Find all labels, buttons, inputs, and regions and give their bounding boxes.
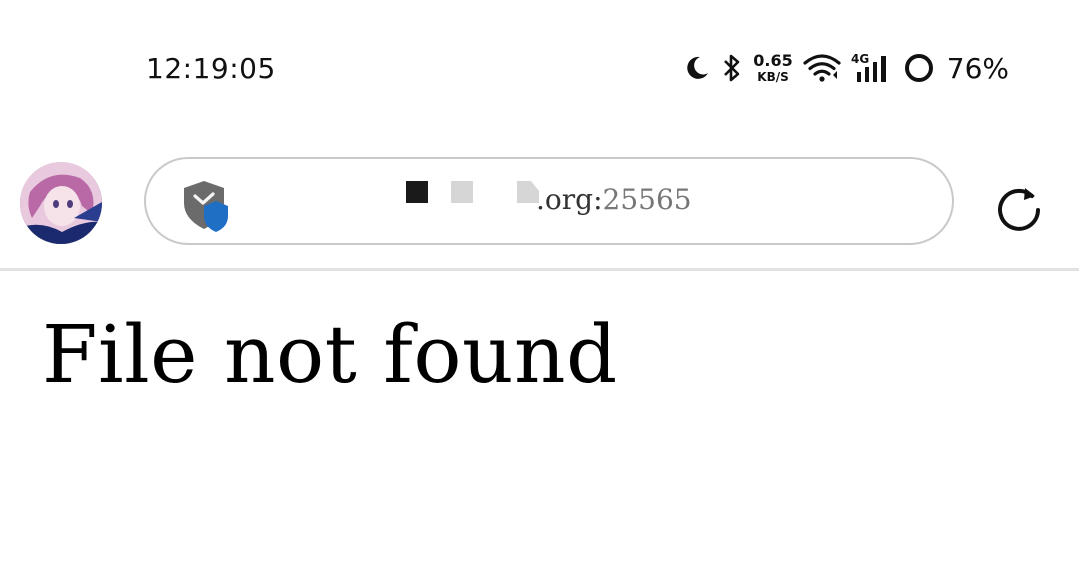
page-heading: File not found bbox=[42, 308, 618, 401]
signal-icon: 4G bbox=[851, 52, 893, 84]
url-text[interactable]: .org:25565 bbox=[536, 183, 692, 216]
bluetooth-icon bbox=[721, 53, 743, 83]
shield-icon[interactable] bbox=[180, 179, 232, 240]
browser-page: 12:19:05 0.65 KB/S 4G 76% .org:25565 Fil… bbox=[0, 0, 1079, 565]
reload-button[interactable] bbox=[992, 182, 1046, 236]
url-port: 25565 bbox=[602, 183, 692, 216]
url-redaction-mark bbox=[406, 181, 430, 203]
net-speed-value: 0.65 bbox=[753, 51, 793, 70]
moon-icon bbox=[683, 54, 711, 82]
net-speed: 0.65 KB/S bbox=[753, 51, 793, 84]
browser-toolbar: .org:25565 bbox=[0, 140, 1079, 270]
battery-ring-icon bbox=[903, 52, 935, 84]
toolbar-divider bbox=[0, 268, 1079, 271]
battery-percent: 76% bbox=[946, 51, 1009, 85]
network-type-label: 4G bbox=[851, 52, 869, 66]
net-speed-unit: KB/S bbox=[757, 70, 789, 84]
avatar[interactable] bbox=[20, 162, 102, 244]
reload-icon bbox=[992, 188, 1046, 240]
url-domain-suffix: .org: bbox=[536, 183, 603, 216]
wifi-icon bbox=[803, 53, 841, 83]
status-time: 12:19:05 bbox=[146, 52, 276, 85]
status-icons: 0.65 KB/S 4G 76% bbox=[683, 48, 1009, 88]
status-bar: 12:19:05 0.65 KB/S 4G 76% bbox=[0, 0, 1079, 130]
url-redaction-mark bbox=[451, 181, 475, 203]
address-bar[interactable]: .org:25565 bbox=[144, 157, 954, 245]
